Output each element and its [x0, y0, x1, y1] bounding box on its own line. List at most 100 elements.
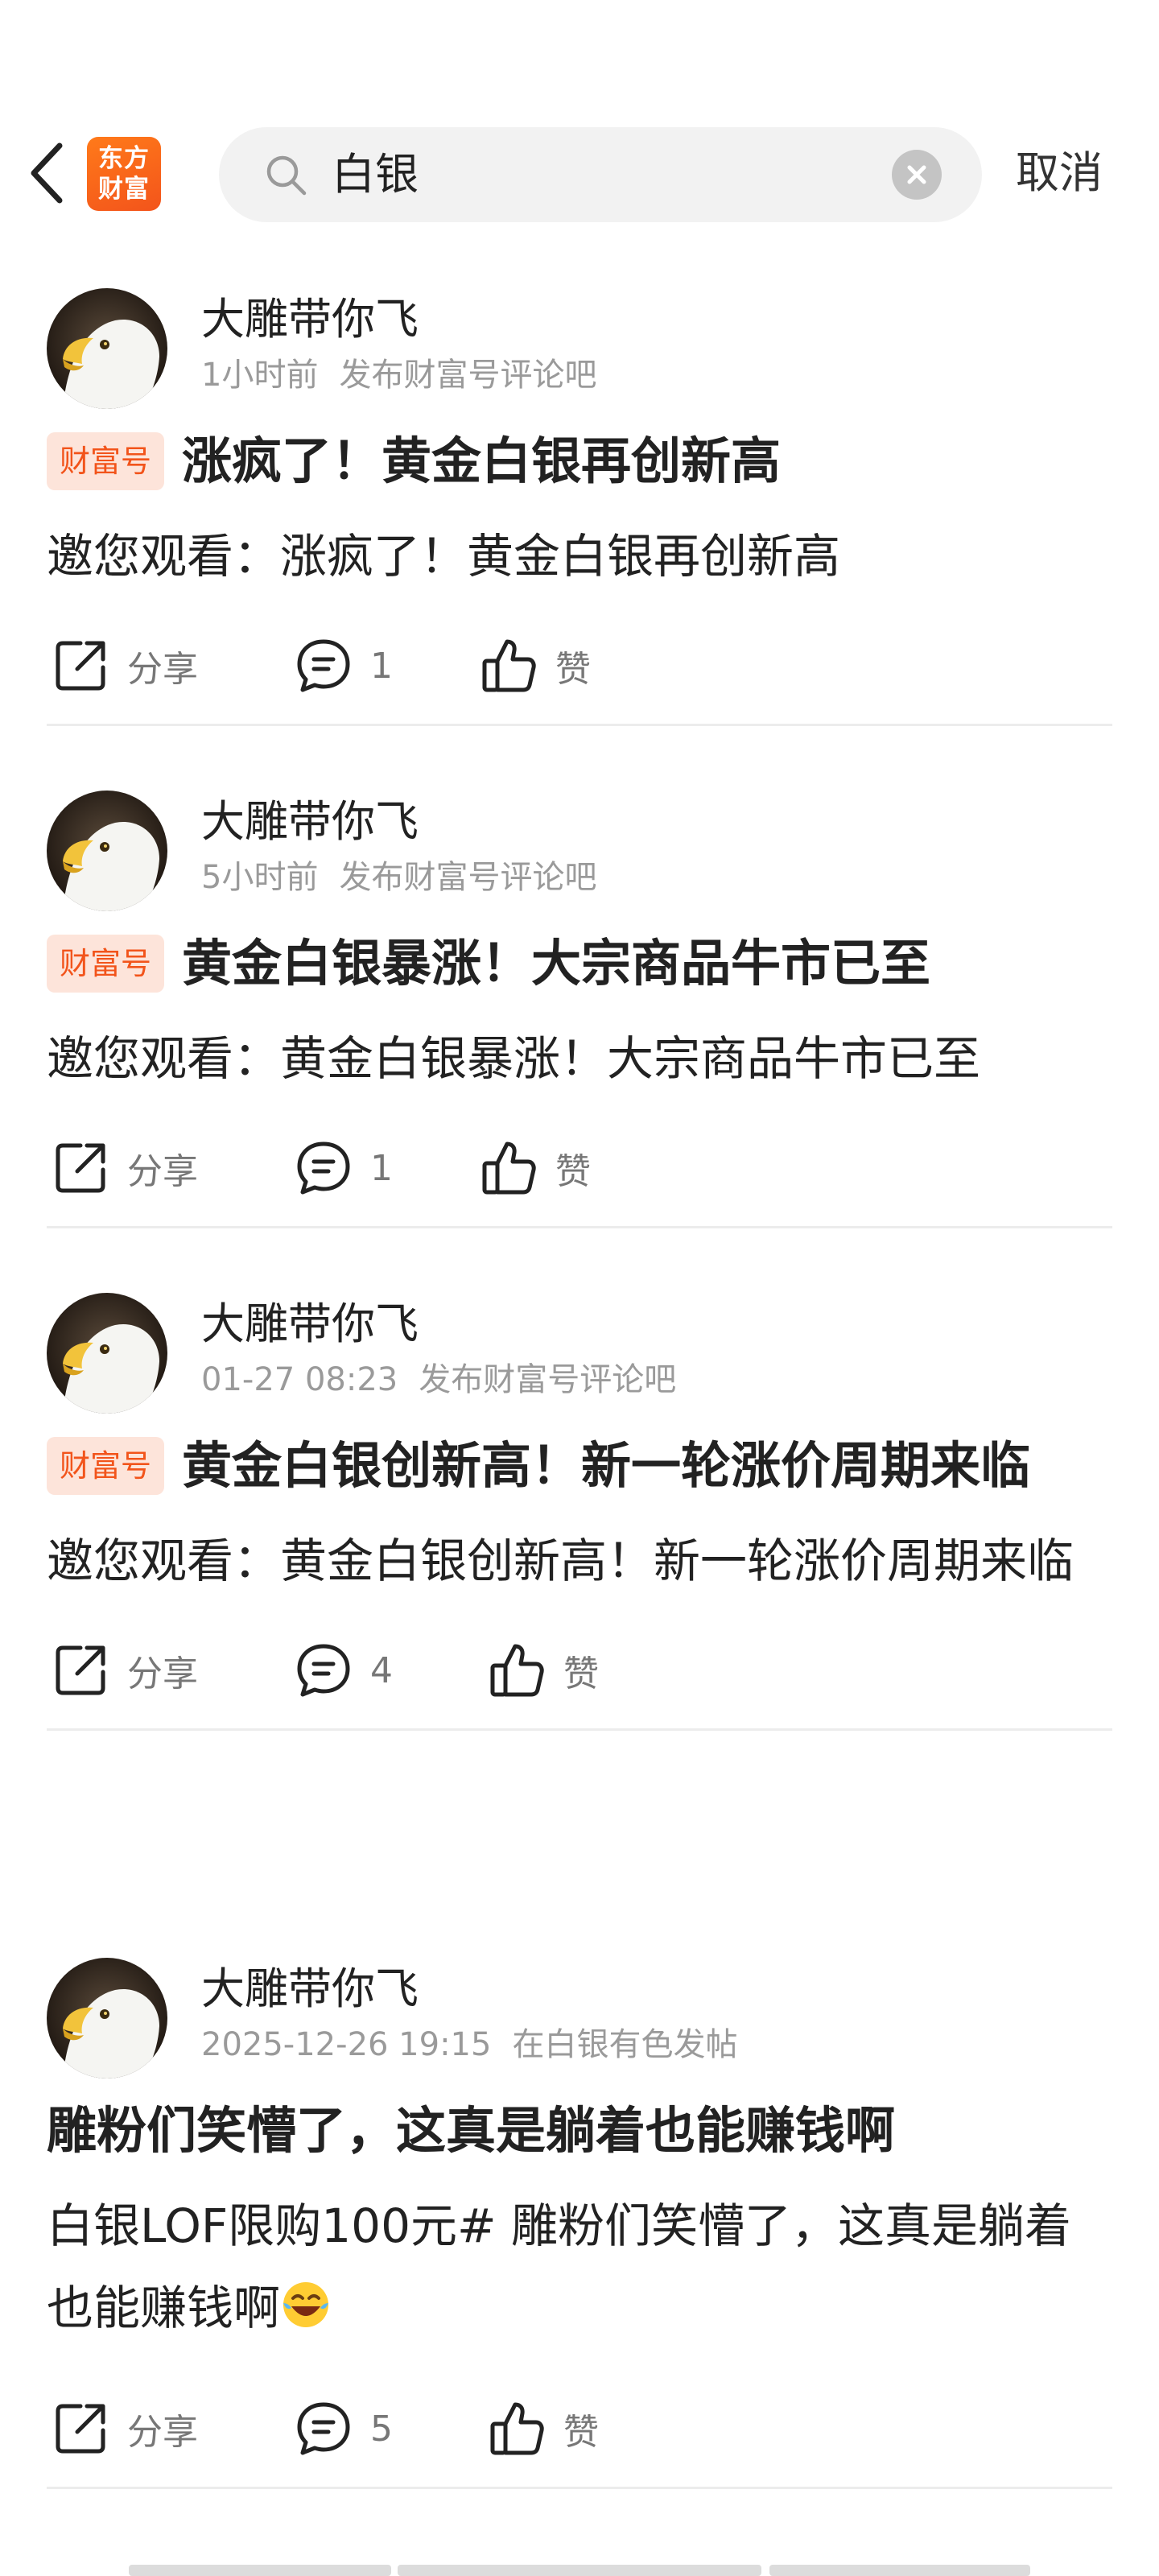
like-icon	[490, 2402, 544, 2455]
like-label: 赞	[563, 2412, 599, 2453]
author-name[interactable]: 大雕带你飞	[201, 293, 419, 346]
divider	[47, 2487, 1112, 2489]
share-label: 分享	[127, 2412, 198, 2453]
comment-count: 5	[370, 2408, 393, 2450]
like-button[interactable]: 赞	[486, 1610, 599, 1731]
author-name[interactable]: 大雕带你飞	[201, 1298, 419, 1351]
post-source[interactable]: 在白银有色发帖	[512, 2026, 737, 2063]
post-title[interactable]: 财富号 黄金白银暴涨！大宗商品牛市已至	[47, 923, 1112, 1005]
clear-icon	[907, 165, 926, 184]
post-body-text: 白银LOF限购100元# 雕粉们笑懵了，这真是躺着也能赚钱啊	[47, 2198, 1071, 2335]
clear-search-button[interactable]	[892, 150, 942, 200]
comment-count: 1	[370, 645, 393, 687]
comment-count: 4	[370, 1649, 393, 1691]
comment-icon	[297, 2402, 350, 2455]
divider	[47, 1728, 1112, 1731]
post-meta: 2025-12-26 19:15 在白银有色发帖	[201, 2024, 737, 2066]
post-title[interactable]: 财富号 涨疯了！黄金白银再创新高	[47, 420, 1112, 502]
share-button[interactable]: 分享	[50, 2368, 198, 2489]
like-label: 赞	[563, 1653, 599, 1695]
like-button[interactable]: 赞	[478, 605, 591, 726]
post-card[interactable]: 大雕带你飞 5小时前 发布财富号评论吧 财富号 黄金白银暴涨！大宗商品牛市已至 邀您…	[47, 791, 1112, 1228]
caifuhao-badge: 财富号	[47, 1437, 165, 1495]
back-button[interactable]	[23, 138, 71, 208]
back-arrow-icon	[31, 142, 63, 204]
author-name[interactable]: 大雕带你飞	[201, 1963, 419, 2016]
post-source[interactable]: 发布财富号评论吧	[339, 859, 596, 896]
post-card[interactable]: 大雕带你飞 01-27 08:23 发布财富号评论吧 财富号 黄金白银创新高！新一轮…	[47, 1293, 1112, 1731]
logo-line-1: 东方	[98, 144, 150, 173]
post-title[interactable]: 雕粉们笑懵了，这真是躺着也能赚钱啊	[47, 2090, 1112, 2172]
post-title-text: 涨疯了！黄金白银再创新高	[182, 431, 782, 490]
laughing-emoji-icon	[283, 2282, 329, 2327]
share-label: 分享	[127, 1151, 198, 1192]
search-box[interactable]	[219, 127, 982, 222]
next-card-placeholder	[398, 2565, 761, 2576]
share-icon	[56, 1143, 105, 1193]
post-time: 1小时前	[201, 357, 319, 394]
share-icon	[56, 2404, 105, 2454]
logo-line-2: 财富	[98, 175, 150, 204]
like-button[interactable]: 赞	[478, 1108, 591, 1228]
post-source[interactable]: 发布财富号评论吧	[419, 1361, 676, 1398]
comment-button[interactable]: 5	[293, 2368, 393, 2489]
comment-icon	[297, 639, 350, 692]
like-label: 赞	[555, 649, 591, 690]
share-label: 分享	[127, 649, 198, 690]
eagle-avatar-image	[47, 288, 167, 409]
share-icon	[56, 1645, 105, 1695]
post-time: 2025-12-26 19:15	[201, 2026, 492, 2063]
avatar[interactable]	[47, 791, 167, 911]
comment-count: 1	[370, 1147, 393, 1189]
post-actions: 分享 1 赞	[47, 605, 1112, 726]
post-actions: 分享 1 赞	[47, 1108, 1112, 1228]
post-meta: 01-27 08:23 发布财富号评论吧	[201, 1359, 676, 1401]
comment-button[interactable]: 4	[293, 1610, 393, 1731]
search-input[interactable]	[332, 143, 895, 206]
comment-button[interactable]: 1	[293, 1108, 393, 1228]
avatar[interactable]	[47, 1958, 167, 2079]
post-source[interactable]: 发布财富号评论吧	[339, 357, 596, 394]
post-actions: 分享 5 赞	[47, 2368, 1112, 2489]
post-body[interactable]: 邀您观看：黄金白银创新高！新一轮涨价周期来临	[47, 1520, 1112, 1602]
post-actions: 分享 4 赞	[47, 1610, 1112, 1731]
share-button[interactable]: 分享	[50, 1610, 198, 1731]
post-meta: 1小时前 发布财富号评论吧	[201, 354, 596, 396]
post-time: 5小时前	[201, 859, 319, 896]
post-body[interactable]: 邀您观看：黄金白银暴涨！大宗商品牛市已至	[47, 1018, 1112, 1100]
eagle-avatar-image	[47, 1958, 167, 2079]
share-button[interactable]: 分享	[50, 1108, 198, 1228]
eagle-avatar-image	[47, 1293, 167, 1414]
avatar[interactable]	[47, 288, 167, 409]
share-icon	[56, 641, 105, 691]
search-icon	[266, 155, 307, 196]
like-icon	[482, 1141, 536, 1195]
caifuhao-badge: 财富号	[47, 935, 165, 993]
avatar[interactable]	[47, 1293, 167, 1414]
share-label: 分享	[127, 1653, 198, 1695]
like-icon	[482, 639, 536, 692]
post-title-text: 黄金白银暴涨！大宗商品牛市已至	[182, 934, 931, 993]
cancel-button[interactable]: 取消	[1016, 145, 1103, 201]
caifuhao-badge: 财富号	[47, 432, 165, 490]
next-card-placeholder	[129, 2565, 391, 2576]
next-card-placeholder	[769, 2565, 1030, 2576]
post-body[interactable]: 邀您观看：涨疯了！黄金白银再创新高	[47, 515, 1112, 597]
like-button[interactable]: 赞	[486, 2368, 599, 2489]
post-card[interactable]: 大雕带你飞 1小时前 发布财富号评论吧 财富号 涨疯了！黄金白银再创新高 邀您观看：…	[47, 288, 1112, 726]
app-logo[interactable]: 东方 财富	[87, 137, 161, 211]
author-name[interactable]: 大雕带你飞	[201, 795, 419, 848]
comment-icon	[297, 1644, 350, 1697]
comment-icon	[297, 1141, 350, 1195]
post-time: 01-27 08:23	[201, 1361, 398, 1398]
divider	[47, 724, 1112, 726]
like-label: 赞	[555, 1151, 591, 1192]
eagle-avatar-image	[47, 791, 167, 911]
post-card[interactable]: 大雕带你飞 2025-12-26 19:15 在白银有色发帖 雕粉们笑懵了，这真是…	[47, 1958, 1112, 2489]
search-header: 东方 财富 取消	[0, 121, 1159, 225]
post-body[interactable]: 白银LOF限购100元# 雕粉们笑懵了，这真是躺着也能赚钱啊	[47, 2185, 1112, 2349]
comment-button[interactable]: 1	[293, 605, 393, 726]
share-button[interactable]: 分享	[50, 605, 198, 726]
post-title[interactable]: 财富号 黄金白银创新高！新一轮涨价周期来临	[47, 1425, 1112, 1507]
post-meta: 5小时前 发布财富号评论吧	[201, 857, 596, 898]
